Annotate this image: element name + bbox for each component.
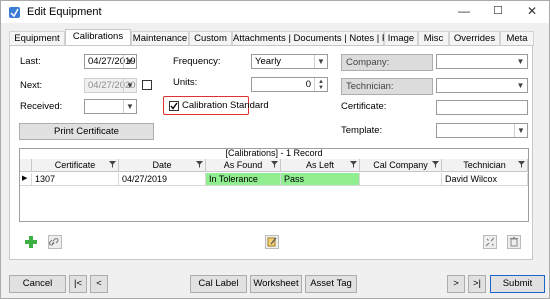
chevron-down-icon[interactable]: ▼ (123, 100, 136, 113)
column-header-date[interactable]: Date (119, 159, 206, 172)
chevron-down-icon: ▼ (123, 79, 136, 92)
link-icon[interactable] (48, 235, 62, 249)
filter-icon[interactable] (432, 161, 439, 168)
column-header-certificate[interactable]: Certificate (32, 159, 119, 172)
filter-icon[interactable] (518, 161, 525, 168)
next-label: Next: (20, 80, 43, 91)
template-select[interactable]: ▼ (436, 123, 528, 138)
chevron-down-icon[interactable]: ▼ (514, 55, 527, 68)
next-date-field: 04/27/2020 ▼ (84, 78, 137, 93)
first-record-button[interactable]: |< (69, 275, 87, 293)
minimize-button[interactable]: — (447, 1, 481, 23)
company-select[interactable]: ▼ (436, 54, 528, 69)
next-record-button[interactable]: > (447, 275, 465, 293)
received-label: Received: (20, 101, 63, 112)
spin-arrows-icon[interactable]: ▲ ▼ (314, 78, 327, 91)
certificate-input[interactable] (436, 100, 528, 115)
units-value: 0 (305, 79, 311, 90)
tab-attachments[interactable]: Attachments | Documents | Notes | Parts (232, 31, 404, 46)
tab-equipment[interactable]: Equipment (9, 31, 65, 46)
technician-button[interactable]: Technician: (341, 78, 433, 95)
edit-equipment-window: Edit Equipment — ☐ ✕ Equipment Calibrati… (0, 0, 550, 299)
cell-as-found[interactable]: In Tolerance (206, 173, 281, 186)
units-stepper[interactable]: 0 ▲ ▼ (251, 77, 328, 92)
calibration-standard-checkbox[interactable] (169, 101, 179, 111)
filter-icon[interactable] (350, 161, 357, 168)
cell-technician[interactable]: David Wilcox (442, 173, 528, 186)
row-selector-arrow-icon[interactable]: ▶ (20, 173, 32, 186)
tab-misc[interactable]: Misc (418, 31, 449, 46)
column-header-label: As Left (305, 160, 334, 170)
frequency-label: Frequency: (173, 56, 221, 67)
grid-caption: [Calibrations] - 1 Record (225, 148, 323, 158)
units-label: Units: (173, 77, 198, 88)
filter-icon[interactable] (271, 161, 278, 168)
cell-certificate[interactable]: 1307 (32, 173, 119, 186)
tab-maintenance[interactable]: Maintenance (131, 31, 189, 46)
column-header-label: Certificate (54, 160, 96, 170)
trash-icon[interactable] (507, 235, 521, 249)
next-date-checkbox[interactable] (142, 80, 152, 90)
edit-icon[interactable] (265, 235, 279, 249)
title-bar: Edit Equipment — ☐ ✕ (1, 1, 549, 23)
previous-record-button[interactable]: < (90, 275, 108, 293)
column-header-label: Technician (463, 160, 506, 170)
last-record-button[interactable]: >| (468, 275, 486, 293)
app-icon (9, 7, 20, 18)
column-header-label: As Found (223, 160, 263, 170)
column-header-cal-company[interactable]: Cal Company (360, 159, 442, 172)
column-header-technician[interactable]: Technician (442, 159, 528, 172)
cell-cal-company[interactable] (360, 173, 442, 186)
add-icon[interactable] (24, 235, 38, 249)
calibration-standard-label[interactable]: Calibration Standard (182, 100, 269, 111)
last-date-field[interactable]: 04/27/2019 ▼ (84, 54, 137, 69)
chevron-down-icon[interactable]: ▼ (314, 55, 327, 68)
technician-select[interactable]: ▼ (436, 78, 528, 93)
company-button[interactable]: Company: (341, 54, 433, 71)
tab-calibrations[interactable]: Calibrations (65, 29, 131, 46)
cal-label-button[interactable]: Cal Label (190, 275, 247, 293)
tab-image[interactable]: Image (384, 31, 418, 46)
column-header-as-found[interactable]: As Found (206, 159, 281, 172)
tab-meta[interactable]: Meta (500, 31, 534, 46)
worksheet-button[interactable]: Worksheet (250, 275, 302, 293)
tab-custom[interactable]: Custom (189, 31, 232, 46)
column-header-label: Cal Company (373, 160, 428, 170)
frequency-select[interactable]: Yearly ▼ (251, 54, 328, 69)
frequency-value: Yearly (255, 56, 282, 67)
column-header-as-left[interactable]: As Left (281, 159, 360, 172)
tab-overrides[interactable]: Overrides (449, 31, 500, 46)
maximize-button[interactable]: ☐ (481, 1, 515, 23)
row-header-column (20, 159, 32, 172)
certificate-label: Certificate: (341, 101, 387, 112)
last-label: Last: (20, 56, 41, 67)
cancel-button[interactable]: Cancel (9, 275, 66, 293)
close-button[interactable]: ✕ (515, 1, 549, 23)
submit-button[interactable]: Submit (490, 275, 545, 293)
column-header-label: Date (152, 160, 172, 170)
received-date-field[interactable]: ▼ (84, 99, 137, 114)
cell-as-left[interactable]: Pass (281, 173, 360, 186)
template-label: Template: (341, 125, 383, 136)
chevron-down-icon[interactable]: ▼ (514, 124, 527, 137)
window-title: Edit Equipment (27, 6, 102, 18)
asset-tag-button[interactable]: Asset Tag (305, 275, 357, 293)
chevron-down-icon[interactable]: ▼ (123, 55, 136, 68)
checkmark-icon (170, 102, 178, 110)
calibrations-grid: [Calibrations] - 1 Record Certificate Da… (19, 148, 529, 222)
filter-icon[interactable] (196, 161, 203, 168)
unlink-icon[interactable] (483, 235, 497, 249)
print-certificate-button[interactable]: Print Certificate (19, 123, 154, 140)
filter-icon[interactable] (109, 161, 116, 168)
cell-date[interactable]: 04/27/2019 (119, 173, 206, 186)
chevron-down-icon[interactable]: ▼ (514, 79, 527, 92)
